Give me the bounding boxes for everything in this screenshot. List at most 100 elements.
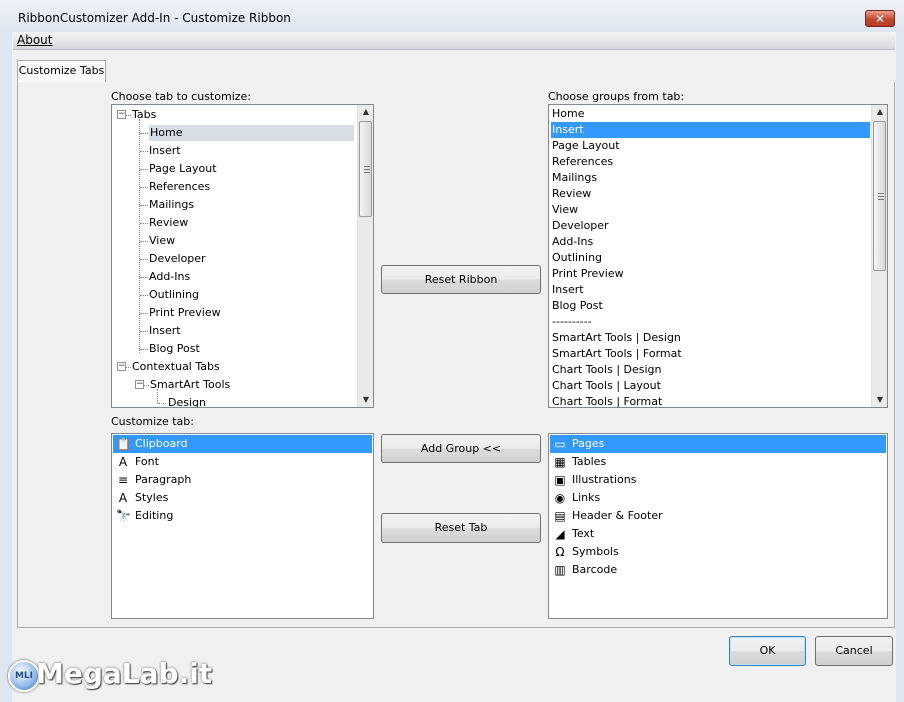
symbols-icon: Ω xyxy=(555,545,565,559)
tree-node-tab[interactable]: References xyxy=(149,179,210,195)
tree-node-tabs[interactable]: Tabs xyxy=(132,107,156,123)
group-list-item[interactable]: SmartArt Tools | Format xyxy=(551,346,870,362)
group-item-header-footer[interactable]: ▤ Header & Footer xyxy=(550,507,886,525)
group-item-label: Barcode xyxy=(572,563,618,576)
group-item-symbols[interactable]: Ω Symbols xyxy=(550,543,886,561)
group-item-label: Illustrations xyxy=(572,473,637,486)
group-item-label: Clipboard xyxy=(135,437,188,450)
group-item-label: Pages xyxy=(572,437,605,450)
collapse-icon[interactable]: − xyxy=(117,110,126,119)
group-list-item[interactable]: Mailings xyxy=(551,170,870,186)
group-item-pages[interactable]: ▭ Pages xyxy=(550,435,886,453)
group-item-label: Paragraph xyxy=(135,473,192,486)
tree-node-tab[interactable]: View xyxy=(149,233,175,249)
group-list-item[interactable]: Print Preview xyxy=(551,266,870,282)
group-list-item[interactable]: Blog Post xyxy=(551,298,870,314)
tree-node-contextual-tabs[interactable]: Contextual Tabs xyxy=(132,359,220,375)
editing-icon: 🔭 xyxy=(116,509,131,523)
illustrations-icon: ▣ xyxy=(554,473,566,487)
vertical-scrollbar[interactable]: ▲ ▼ xyxy=(357,105,373,407)
collapse-icon[interactable]: − xyxy=(135,380,144,389)
ok-button[interactable]: OK xyxy=(729,636,806,666)
group-list-item[interactable]: References xyxy=(551,154,870,170)
window-title: RibbonCustomizer Add-In - Customize Ribb… xyxy=(18,11,291,25)
tree-node-tab[interactable]: Blog Post xyxy=(149,341,200,357)
group-list-item[interactable]: Insert xyxy=(551,122,870,138)
scroll-up-icon[interactable]: ▲ xyxy=(358,105,373,119)
font-icon: A xyxy=(118,455,128,469)
tree-node-tab[interactable]: Mailings xyxy=(149,197,194,213)
group-item-label: Tables xyxy=(572,455,607,468)
group-item-links[interactable]: ◉ Links xyxy=(550,489,886,507)
group-list-item[interactable]: View xyxy=(551,202,870,218)
tree-node-tab[interactable]: Outlining xyxy=(149,287,199,303)
cancel-button[interactable]: Cancel xyxy=(815,636,893,666)
collapse-icon[interactable]: − xyxy=(117,362,126,371)
group-item-paragraph[interactable]: ≡ Paragraph xyxy=(113,471,372,489)
group-list-item[interactable]: Chart Tools | Layout xyxy=(551,378,870,394)
tree-node-tab[interactable]: Insert xyxy=(149,323,181,339)
vertical-scrollbar[interactable]: ▲ ▼ xyxy=(871,105,887,407)
watermark-text: MegaLab.it xyxy=(36,657,213,690)
watermark: MLI MegaLab.it xyxy=(0,652,212,702)
tree-node-tab[interactable]: Page Layout xyxy=(149,161,217,177)
paragraph-icon: ≡ xyxy=(117,473,129,487)
group-list-item[interactable]: Home xyxy=(551,106,870,122)
menu-bar: About xyxy=(13,32,895,50)
group-item-label: Font xyxy=(135,455,159,468)
menu-about[interactable]: About xyxy=(17,33,52,47)
tab-tree[interactable]: − Tabs Home Insert Page Layout References Mail… xyxy=(111,104,374,408)
tree-node-design[interactable]: Design xyxy=(168,395,206,407)
tree-node-tab[interactable]: Home xyxy=(149,125,354,141)
reset-ribbon-button[interactable]: Reset Ribbon xyxy=(381,265,541,294)
styles-icon: A xyxy=(118,491,128,505)
group-item-font[interactable]: A Font xyxy=(113,453,372,471)
tree-node-tab[interactable]: Print Preview xyxy=(149,305,221,321)
group-item-label: Symbols xyxy=(572,545,619,558)
group-list-item[interactable]: ---------- xyxy=(551,314,870,330)
scroll-down-icon[interactable]: ▼ xyxy=(358,393,373,407)
group-item-tables[interactable]: ▦ Tables xyxy=(550,453,886,471)
tree-node-tab[interactable]: Developer xyxy=(149,251,206,267)
groups-from-tab-list[interactable]: Home Insert Page Layout References Mailings R… xyxy=(548,104,888,408)
tree-node-smartart-tools[interactable]: SmartArt Tools xyxy=(150,377,230,393)
reset-tab-button[interactable]: Reset Tab xyxy=(381,513,541,543)
group-list-item[interactable]: Chart Tools | Format xyxy=(551,394,870,407)
customize-tab-label: Customize tab: xyxy=(111,415,194,428)
source-groups-list[interactable]: ▭ Pages ▦ Tables ▣ Illustrations ◉ Links ▤ Header… xyxy=(548,433,888,619)
group-item-label: Links xyxy=(572,491,601,504)
group-item-text[interactable]: ◢ Text xyxy=(550,525,886,543)
header-footer-icon: ▤ xyxy=(554,509,566,523)
title-bar: RibbonCustomizer Add-In - Customize Ribb… xyxy=(0,0,904,32)
tree-node-tab[interactable]: Add-Ins xyxy=(149,269,190,285)
window-frame-right xyxy=(896,32,904,702)
group-item-styles[interactable]: A Styles xyxy=(113,489,372,507)
group-item-clipboard[interactable]: 📋 Clipboard xyxy=(113,435,372,453)
group-list-item[interactable]: Page Layout xyxy=(551,138,870,154)
group-list-item[interactable]: SmartArt Tools | Design xyxy=(551,330,870,346)
group-item-label: Editing xyxy=(135,509,174,522)
tree-node-tab[interactable]: Insert xyxy=(149,143,181,159)
group-item-label: Styles xyxy=(135,491,169,504)
tab-customize-tabs[interactable]: Customize Tabs xyxy=(17,60,106,83)
scroll-down-icon[interactable]: ▼ xyxy=(872,393,887,407)
group-list-item[interactable]: Chart Tools | Design xyxy=(551,362,870,378)
links-icon: ◉ xyxy=(554,491,566,505)
close-button[interactable]: ✕ xyxy=(865,10,895,27)
group-list-item[interactable]: Review xyxy=(551,186,870,202)
tables-icon: ▦ xyxy=(554,455,566,469)
group-list-item[interactable]: Outlining xyxy=(551,250,870,266)
group-list-item[interactable]: Developer xyxy=(551,218,870,234)
tree-node-tab[interactable]: Review xyxy=(149,215,188,231)
add-group-button[interactable]: Add Group << xyxy=(381,434,541,463)
scroll-up-icon[interactable]: ▲ xyxy=(872,105,887,119)
group-item-illustrations[interactable]: ▣ Illustrations xyxy=(550,471,886,489)
group-item-label: Header & Footer xyxy=(572,509,663,522)
group-list-item[interactable]: Insert xyxy=(551,282,870,298)
group-item-barcode[interactable]: ▥ Barcode xyxy=(550,561,886,579)
customize-tab-list[interactable]: 📋 Clipboard A Font ≡ Paragraph A Styles 🔭 Editing xyxy=(111,433,374,619)
group-item-editing[interactable]: 🔭 Editing xyxy=(113,507,372,525)
clipboard-icon: 📋 xyxy=(116,437,131,451)
text-icon: ◢ xyxy=(555,527,565,541)
group-list-item[interactable]: Add-Ins xyxy=(551,234,870,250)
